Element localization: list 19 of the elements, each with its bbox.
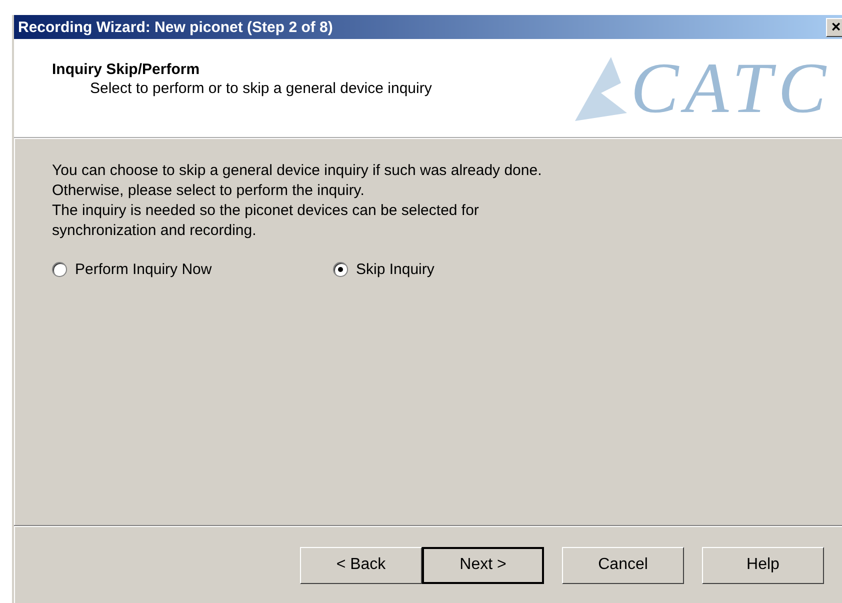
radio-label: Perform Inquiry Now bbox=[75, 261, 212, 278]
wizard-button[interactable]: Next > bbox=[422, 546, 544, 584]
step-subtitle: Select to perform or to skip a general device inquiry bbox=[89, 80, 432, 97]
wizard-button[interactable]: Help bbox=[702, 546, 824, 584]
wizard-button[interactable]: < Back bbox=[300, 546, 422, 584]
description-line: You can choose to skip a general device inquiry if such was already done. bbox=[52, 161, 543, 181]
logo-text: CATC bbox=[630, 46, 832, 130]
radio-option[interactable]: Perform Inquiry Now bbox=[52, 261, 333, 278]
radio-button[interactable] bbox=[52, 262, 67, 277]
description-line: synchronization and recording. bbox=[52, 221, 258, 241]
radio-button[interactable] bbox=[333, 262, 348, 277]
wizard-button[interactable]: Cancel bbox=[562, 546, 684, 584]
step-title: Inquiry Skip/Perform bbox=[52, 61, 201, 78]
radio-option[interactable]: Skip Inquiry bbox=[333, 261, 614, 278]
description-line: Otherwise, please select to perform the inquiry. bbox=[52, 181, 366, 201]
window-title: Recording Wizard: New piconet (Step 2 of 8) bbox=[18, 18, 333, 36]
description-line: The inquiry is needed so the piconet devices can be selected for bbox=[52, 201, 480, 221]
radio-label: Skip Inquiry bbox=[356, 261, 434, 278]
close-button[interactable]: × bbox=[826, 18, 842, 36]
